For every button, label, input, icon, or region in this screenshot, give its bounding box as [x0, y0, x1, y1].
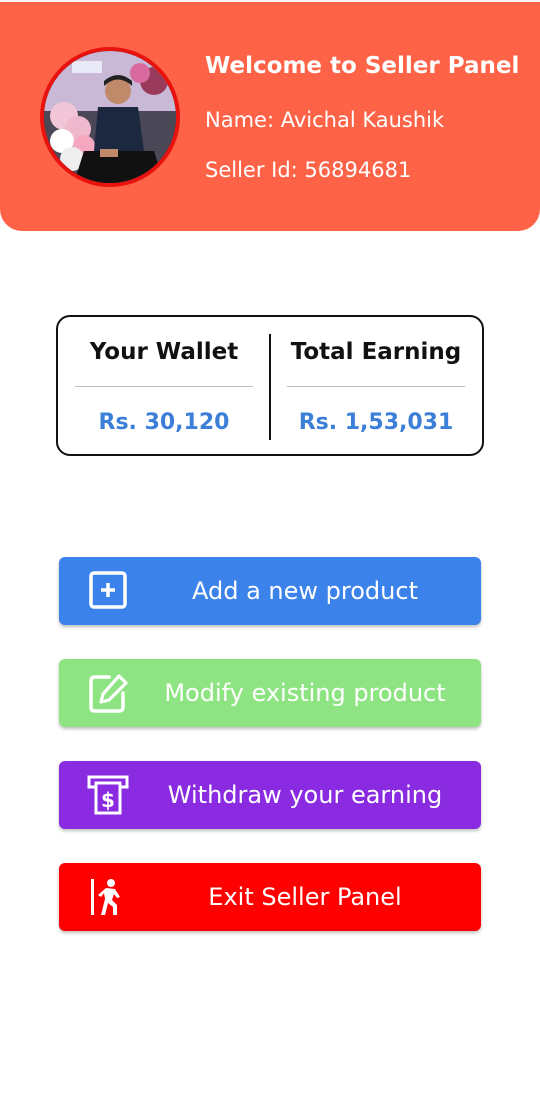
seller-name: Name: Avichal Kaushik: [205, 108, 445, 132]
wallet-summary-card: Your Wallet Rs. 30,120 Total Earning Rs.…: [56, 315, 484, 456]
withdraw-earning-label: Withdraw your earning: [167, 781, 443, 809]
your-wallet-value: Rs. 30,120: [98, 410, 230, 435]
add-product-label: Add a new product: [192, 577, 418, 605]
modify-product-label: Modify existing product: [164, 679, 446, 707]
total-earning-column: Total Earning Rs. 1,53,031: [270, 317, 482, 454]
wallet-separator: [75, 386, 253, 387]
your-wallet-label: Your Wallet: [89, 339, 239, 365]
edit-icon: [87, 673, 129, 713]
your-wallet-column: Your Wallet Rs. 30,120: [58, 317, 270, 454]
earning-separator: [287, 386, 465, 387]
total-earning-value: Rs. 1,53,031: [298, 410, 454, 435]
withdraw-earning-button[interactable]: $ Withdraw your earning: [59, 761, 481, 829]
total-earning-label: Total Earning: [290, 339, 462, 365]
svg-text:$: $: [101, 788, 115, 812]
seller-avatar: [40, 47, 180, 187]
modify-product-button[interactable]: Modify existing product: [59, 659, 481, 727]
avatar-photo: [44, 51, 176, 183]
add-box-icon: [87, 571, 129, 611]
exit-person-icon: [87, 877, 129, 917]
seller-header: Welcome to Seller Panel Name: Avichal Ka…: [0, 0, 540, 231]
exit-panel-label: Exit Seller Panel: [208, 883, 402, 911]
exit-panel-button[interactable]: Exit Seller Panel: [59, 863, 481, 931]
welcome-title: Welcome to Seller Panel: [205, 53, 520, 79]
atm-withdraw-icon: $: [87, 775, 129, 815]
seller-id: Seller Id: 56894681: [205, 158, 412, 182]
add-product-button[interactable]: Add a new product: [59, 557, 481, 625]
